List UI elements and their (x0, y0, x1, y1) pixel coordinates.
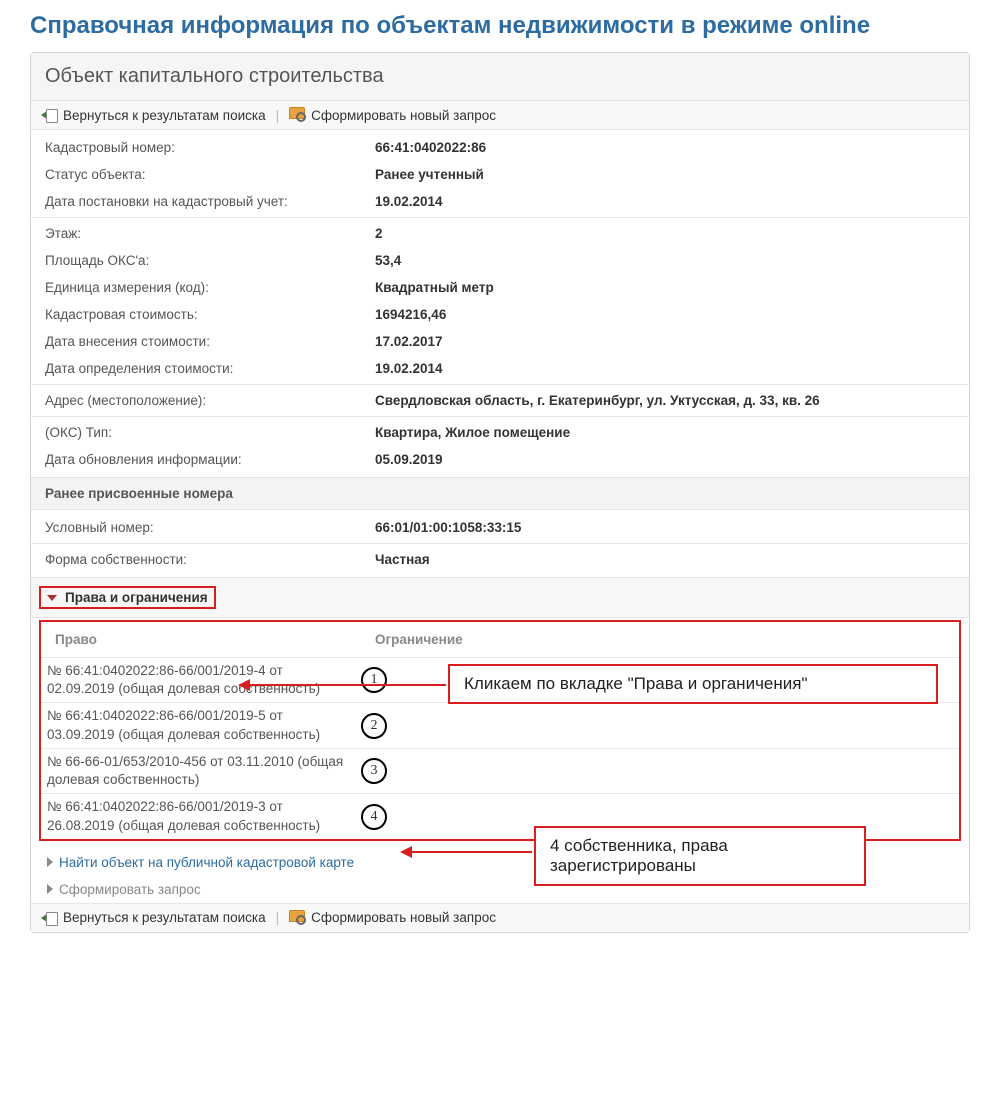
row-cost-entry-date: Дата внесения стоимости: 17.02.2017 (31, 328, 969, 355)
rights-accordion: Права и ограничения (31, 577, 969, 618)
annotation-badge-1: 1 (361, 667, 387, 693)
rights-list-highlight: Право Ограничение № 66:41:0402022:86-66/… (39, 620, 961, 841)
right-row-3: № 66-66-01/653/2010-456 от 03.11.2010 (о… (41, 748, 959, 793)
back-arrow-doc-icon (41, 911, 57, 925)
annotation-arrow-1 (248, 684, 446, 686)
back-to-results-link-bottom[interactable]: Вернуться к результатам поиска (41, 910, 266, 925)
row-cadastral-number: Кадастровый номер: 66:41:0402022:86 (31, 134, 969, 161)
new-query-link[interactable]: Сформировать новый запрос (289, 107, 496, 123)
rights-table-header: Право Ограничение (41, 622, 959, 657)
toolbar-separator: | (276, 910, 280, 925)
arrow-head-icon (238, 679, 250, 691)
row-area: Площадь ОКС'a: 53,4 (31, 247, 969, 274)
form-request-link[interactable]: Сформировать запрос (59, 882, 201, 897)
folder-search-icon (289, 910, 305, 926)
main-panel: Объект капитального строительства Вернут… (30, 52, 970, 933)
back-arrow-doc-icon (41, 108, 57, 122)
chevron-down-icon (47, 595, 57, 601)
row-own-form: Форма собственности: Частная (31, 546, 969, 573)
annotation-badge-2: 2 (361, 713, 387, 739)
row-unit: Единица измерения (код): Квадратный метр (31, 274, 969, 301)
rights-accordion-toggle[interactable]: Права и ограничения (39, 586, 216, 609)
col-ogranichenie: Ограничение (375, 632, 463, 647)
callout-click-tab: Кликаем по вкладке "Права и органичения" (448, 664, 938, 704)
row-address: Адрес (местоположение): Свердловская обл… (31, 387, 969, 414)
toolbar-separator: | (276, 108, 280, 123)
row-cad-cost: Кадастровая стоимость: 1694216,46 (31, 301, 969, 328)
row-cost-det-date: Дата определения стоимости: 19.02.2014 (31, 355, 969, 382)
annotation-badge-3: 3 (361, 758, 387, 784)
page-title: Справочная информация по объектам недвиж… (30, 12, 970, 40)
right-row-2: № 66:41:0402022:86-66/001/2019-5 от 03.0… (41, 702, 959, 747)
panel-header: Объект капитального строительства (31, 53, 969, 101)
toolbar-bottom: Вернуться к результатам поиска | Сформир… (31, 903, 969, 932)
toolbar-top: Вернуться к результатам поиска | Сформир… (31, 101, 969, 130)
back-label: Вернуться к результатам поиска (63, 108, 266, 123)
row-reg-date: Дата постановки на кадастровый учет: 19.… (31, 188, 969, 215)
col-pravo: Право (55, 632, 375, 647)
chevron-right-icon (47, 884, 53, 894)
row-status: Статус объекта: Ранее учтенный (31, 161, 969, 188)
new-query-label: Сформировать новый запрос (311, 108, 496, 123)
back-to-results-link[interactable]: Вернуться к результатам поиска (41, 108, 266, 123)
annotation-arrow-2 (410, 851, 532, 853)
rights-accordion-label: Права и ограничения (65, 590, 208, 605)
prev-numbers-header: Ранее присвоенные номера (31, 477, 969, 510)
callout-owners: 4 собственника, права зарегистрированы (534, 826, 866, 886)
row-floor: Этаж: 2 (31, 220, 969, 247)
new-query-link-bottom[interactable]: Сформировать новый запрос (289, 910, 496, 926)
row-cond-number: Условный номер: 66:01/01:00:1058:33:15 (31, 514, 969, 541)
row-info-update: Дата обновления информации: 05.09.2019 (31, 446, 969, 473)
chevron-right-icon (47, 857, 53, 867)
find-on-map-link[interactable]: Найти объект на публичной кадастровой ка… (59, 855, 354, 870)
folder-search-icon (289, 107, 305, 123)
row-type: (ОКС) Тип: Квартира, Жилое помещение (31, 419, 969, 446)
annotation-badge-4: 4 (361, 804, 387, 830)
arrow-head-icon (400, 846, 412, 858)
